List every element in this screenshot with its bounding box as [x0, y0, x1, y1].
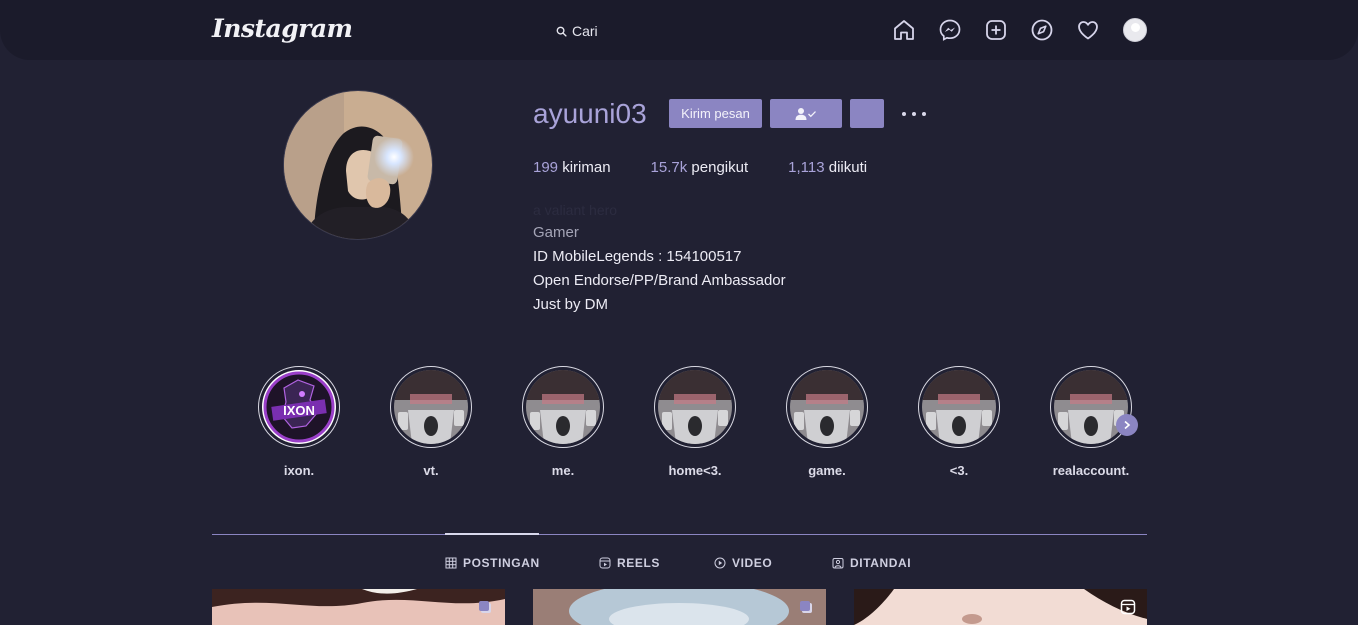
activity-heart-icon[interactable]	[1076, 18, 1100, 42]
highlight-label: home<3.	[668, 463, 722, 478]
following-count[interactable]: 1,113 diikuti	[788, 159, 867, 176]
top-navigation-bar: Instagram Cari	[0, 0, 1358, 60]
followers-count[interactable]: 15.7k pengikut	[651, 159, 749, 176]
dot	[912, 112, 916, 116]
post-thumbnail[interactable]	[212, 589, 505, 625]
new-post-icon[interactable]	[984, 18, 1008, 42]
tab-label: DITANDAI	[850, 556, 912, 570]
highlight-label: me.	[551, 463, 575, 478]
more-dots-icon[interactable]	[902, 104, 926, 124]
tagged-icon	[832, 558, 844, 569]
tab-label: REELS	[617, 556, 661, 570]
highlight-logo-text: IXON	[283, 403, 315, 418]
profile-avatar[interactable]	[1123, 18, 1147, 42]
messenger-icon[interactable]	[938, 18, 962, 42]
tab-label: POSTINGAN	[463, 556, 540, 570]
stat-label: diikuti	[828, 159, 868, 176]
profile-picture[interactable]	[283, 90, 433, 240]
bio-line: Open Endorse/PP/Brand Ambassador	[533, 272, 786, 289]
highlight-item[interactable]: me.	[520, 366, 606, 478]
active-tab-indicator	[445, 533, 539, 535]
multiple-posts-icon	[479, 601, 491, 613]
stat-label: kiriman	[562, 159, 611, 176]
highlight-cover	[1054, 370, 1128, 444]
profile-stats: 199 kiriman 15.7k pengikut 1,113 diikuti	[533, 159, 867, 176]
highlight-label: realaccount.	[1052, 463, 1130, 478]
highlight-label: vt.	[423, 463, 439, 478]
highlight-label: game.	[808, 463, 846, 478]
highlights-next-button[interactable]	[1116, 414, 1138, 436]
highlight-item[interactable]: vt.	[388, 366, 474, 478]
highlight-cover: IXON	[262, 370, 336, 444]
stat-value: 15.7k	[650, 159, 688, 176]
highlight-item[interactable]: <3.	[916, 366, 1002, 478]
highlight-cover	[526, 370, 600, 444]
tab-video[interactable]: VIDEO	[714, 556, 772, 570]
video-play-icon	[714, 557, 726, 569]
reels-icon	[1120, 599, 1136, 615]
highlight-cover	[922, 370, 996, 444]
highlight-cover	[394, 370, 468, 444]
bio-line: Just by DM	[533, 296, 609, 313]
bio-line: ID MobileLegends : 154100517	[533, 248, 742, 265]
highlight-label: ixon.	[283, 463, 315, 478]
search-input[interactable]: Cari	[556, 21, 598, 41]
highlight-item[interactable]: IXON ixon.	[256, 366, 342, 478]
send-message-button[interactable]: Kirim pesan	[669, 99, 762, 128]
dot	[922, 112, 926, 116]
search-icon	[556, 26, 567, 37]
highlight-item[interactable]: home<3.	[652, 366, 738, 478]
search-placeholder: Cari	[572, 23, 598, 39]
multiple-posts-icon	[800, 601, 812, 613]
highlight-cover	[790, 370, 864, 444]
posts-count: 199 kiriman	[533, 159, 611, 176]
tab-tagged[interactable]: DITANDAI	[832, 556, 911, 570]
explore-icon[interactable]	[1030, 18, 1054, 42]
post-thumbnail[interactable]	[533, 589, 826, 625]
tabs-divider	[212, 534, 1147, 535]
post-thumbnail[interactable]	[854, 589, 1147, 625]
reels-icon	[599, 557, 611, 569]
stat-value: 1,113	[788, 159, 825, 176]
person-check-icon	[795, 107, 816, 120]
stat-value: 199	[533, 159, 559, 176]
profile-category: Gamer	[533, 224, 579, 241]
dot	[902, 112, 906, 116]
grid-icon	[445, 557, 457, 569]
following-button[interactable]	[770, 99, 842, 128]
highlight-cover	[658, 370, 732, 444]
suggested-accounts-button[interactable]	[850, 99, 884, 128]
profile-username: ayuuni03	[533, 98, 647, 129]
instagram-logo[interactable]: Instagram	[212, 14, 353, 43]
profile-full-name: a valiant hero	[533, 202, 618, 218]
tab-label: VIDEO	[732, 556, 773, 570]
tab-posts[interactable]: POSTINGAN	[445, 556, 540, 570]
chevron-right-icon	[1124, 420, 1131, 430]
stat-label: pengikut	[691, 159, 749, 176]
highlight-label: <3.	[949, 463, 969, 478]
highlight-item[interactable]: game.	[784, 366, 870, 478]
home-icon[interactable]	[892, 18, 916, 42]
tab-reels[interactable]: REELS	[599, 556, 660, 570]
